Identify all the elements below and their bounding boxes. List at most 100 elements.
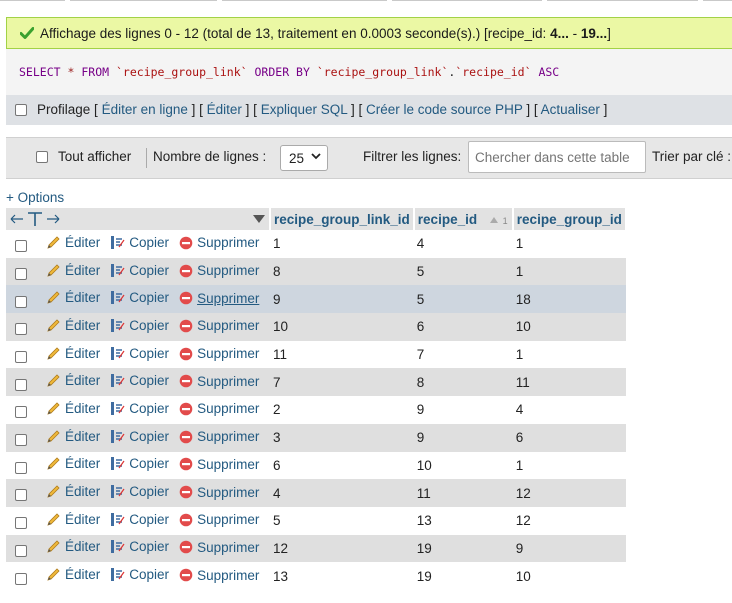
delete-button[interactable]: Supprimer (179, 429, 259, 444)
row-checkbox[interactable] (15, 323, 27, 336)
copy-icon (111, 235, 125, 249)
delete-icon (179, 568, 193, 582)
copy-button[interactable]: Copier (110, 235, 169, 250)
edit-inline-link[interactable]: Éditer en ligne (102, 102, 188, 117)
options-link[interactable]: + Options (6, 190, 64, 205)
profiling-checkbox[interactable] (15, 104, 27, 116)
cell-recipe-group-id: 11 (512, 368, 626, 397)
edit-button[interactable]: Éditer (46, 235, 100, 250)
cell-recipe-id: 19 (413, 562, 513, 590)
copy-button[interactable]: Copier (110, 373, 169, 388)
row-checkbox[interactable] (15, 489, 27, 502)
sql-col: `recipe_id` (455, 65, 532, 79)
column-header-recipe-group-id[interactable]: recipe_group_id (512, 208, 627, 230)
row-actions: Éditer Copier Supprimer (6, 313, 270, 341)
cell-recipe-group-link-id: 13 (270, 562, 414, 590)
copy-icon (111, 457, 125, 471)
actions-header (6, 208, 271, 230)
copy-button[interactable]: Copier (110, 567, 169, 582)
delete-button[interactable]: Supprimer (179, 235, 259, 250)
copy-button[interactable]: Copier (110, 512, 169, 527)
edit-button[interactable]: Éditer (46, 346, 100, 361)
cell-recipe-group-id: 10 (512, 562, 626, 590)
edit-query-link[interactable]: Éditer (207, 102, 242, 117)
pencil-icon (47, 263, 60, 277)
filter-input[interactable]: Chercher dans cette table (468, 141, 646, 173)
copy-button[interactable]: Copier (110, 318, 169, 333)
edit-button[interactable]: Éditer (46, 484, 100, 499)
row-checkbox[interactable] (15, 572, 27, 585)
delete-button[interactable]: Supprimer (179, 512, 259, 527)
table-row: Éditer Copier Supprimer 3 9 6 (6, 423, 626, 452)
pencil-icon (47, 236, 60, 249)
column-header-recipe-group-link-id[interactable]: recipe_group_link_id (270, 208, 415, 230)
edit-button[interactable]: Éditer (46, 318, 100, 333)
edit-button[interactable]: Éditer (46, 263, 100, 278)
row-checkbox[interactable] (15, 351, 27, 364)
copy-button[interactable]: Copier (110, 484, 169, 499)
row-checkbox[interactable] (15, 406, 27, 419)
column-arrows-icon[interactable] (9, 211, 63, 227)
edit-button[interactable]: Éditer (46, 567, 100, 582)
explain-sql-link[interactable]: Expliquer SQL (261, 102, 348, 117)
copy-button[interactable]: Copier (110, 401, 169, 416)
table-row: Éditer Copier Supprimer 5 13 12 (6, 506, 626, 535)
copy-button[interactable]: Copier (110, 263, 169, 278)
show-all-checkbox[interactable] (36, 151, 48, 163)
row-checkbox[interactable] (15, 240, 27, 253)
edit-button[interactable]: Éditer (46, 512, 100, 527)
navigation-bar: Tout afficher Nombre de lignes : 25 Filt… (6, 137, 732, 179)
edit-button[interactable]: Éditer (46, 429, 100, 444)
table-row: Éditer Copier Supprimer 1 4 1 (6, 230, 626, 258)
copy-button[interactable]: Copier (110, 429, 169, 444)
copy-button[interactable]: Copier (110, 456, 169, 471)
delete-button[interactable]: Supprimer (179, 457, 259, 472)
create-php-link[interactable]: Créer le code source PHP (366, 102, 523, 117)
rows-select[interactable]: 25 (280, 145, 328, 171)
delete-button[interactable]: Supprimer (179, 263, 259, 278)
row-checkbox[interactable] (15, 267, 27, 280)
copy-icon (111, 318, 125, 332)
delete-button[interactable]: Supprimer (179, 485, 259, 500)
row-checkbox[interactable] (15, 378, 27, 391)
filter-label: Filtrer les lignes: (363, 149, 462, 164)
row-checkbox[interactable] (15, 295, 27, 308)
row-checkbox[interactable] (15, 434, 27, 447)
delete-icon (179, 319, 193, 333)
copy-button[interactable]: Copier (110, 346, 169, 361)
table-row: Éditer Copier Supprimer 4 11 12 (6, 479, 626, 507)
refresh-link[interactable]: Actualiser (541, 102, 600, 117)
delete-button[interactable]: Supprimer (179, 540, 259, 555)
pencil-icon (47, 319, 60, 332)
row-checkbox[interactable] (15, 544, 27, 557)
edit-button[interactable]: Éditer (46, 290, 100, 305)
delete-button[interactable]: Supprimer (179, 568, 259, 583)
edit-button[interactable]: Éditer (46, 456, 100, 471)
row-actions: Éditer Copier Supprimer (6, 562, 270, 590)
row-checkbox[interactable] (15, 461, 27, 474)
delete-button[interactable]: Supprimer (179, 401, 259, 416)
row-actions: Éditer Copier Supprimer (6, 257, 270, 286)
delete-button[interactable]: Supprimer (179, 291, 259, 306)
edit-button[interactable]: Éditer (46, 539, 100, 554)
row-checkbox[interactable] (15, 517, 27, 530)
column-header-recipe-id[interactable]: recipe_id 1 (413, 208, 514, 230)
delete-icon (179, 541, 193, 554)
delete-button[interactable]: Supprimer (179, 374, 259, 389)
copy-button[interactable]: Copier (110, 539, 169, 554)
table-row: Éditer Copier Supprimer 11 7 1 (6, 340, 626, 369)
delete-button[interactable]: Supprimer (179, 346, 259, 361)
sort-options-icon[interactable] (252, 214, 265, 224)
copy-button[interactable]: Copier (110, 290, 169, 305)
cell-recipe-group-id: 9 (512, 534, 626, 563)
row-actions: Éditer Copier Supprimer (6, 340, 270, 369)
pencil-icon (47, 347, 60, 360)
delete-button[interactable]: Supprimer (179, 318, 259, 333)
sql-asc: ASC (538, 65, 560, 79)
edit-button[interactable]: Éditer (46, 401, 100, 416)
copy-icon (111, 429, 125, 443)
edit-button[interactable]: Éditer (46, 373, 100, 388)
table-row: Éditer Copier Supprimer 2 9 4 (6, 396, 626, 424)
row-actions: Éditer Copier Supprimer (6, 368, 270, 397)
cell-recipe-group-link-id: 12 (270, 534, 414, 563)
